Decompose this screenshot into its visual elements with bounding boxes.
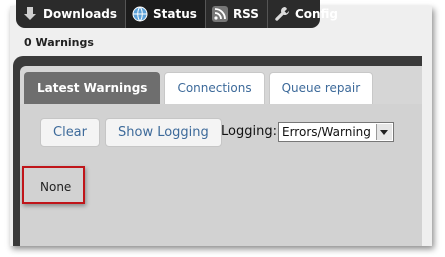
nav-rss-label: RSS: [232, 7, 259, 21]
rss-icon: [211, 6, 228, 22]
show-logging-button[interactable]: Show Logging: [105, 118, 222, 147]
wrench-icon: [274, 6, 290, 22]
clear-button[interactable]: Clear: [40, 118, 100, 147]
nav-downloads[interactable]: Downloads: [16, 0, 127, 28]
tab-connections[interactable]: Connections: [164, 72, 265, 104]
nav-status[interactable]: Status: [126, 0, 206, 28]
nav-config-label: Config: [294, 7, 339, 21]
logging-level-select[interactable]: Errors/Warning: [278, 122, 394, 142]
downloads-icon: [22, 6, 38, 22]
logging-label: Logging:: [221, 124, 277, 139]
top-navbar: Downloads Status RSS Config: [16, 0, 338, 28]
status-globe-icon: [132, 6, 148, 22]
nav-downloads-label: Downloads: [43, 7, 118, 21]
chevron-down-icon[interactable]: [376, 124, 392, 140]
tab-bar: Latest Warnings Connections Queue repair: [24, 72, 377, 104]
nav-config[interactable]: Config: [268, 0, 346, 28]
nav-status-label: Status: [153, 7, 197, 21]
tab-queue-repair[interactable]: Queue repair: [268, 72, 374, 104]
logging-level-value: Errors/Warning: [282, 125, 371, 139]
empty-warnings-text: None: [40, 180, 72, 194]
warnings-count: 0 Warnings: [24, 36, 94, 49]
nav-rss[interactable]: RSS: [206, 0, 268, 28]
tab-latest-warnings[interactable]: Latest Warnings: [24, 72, 161, 104]
